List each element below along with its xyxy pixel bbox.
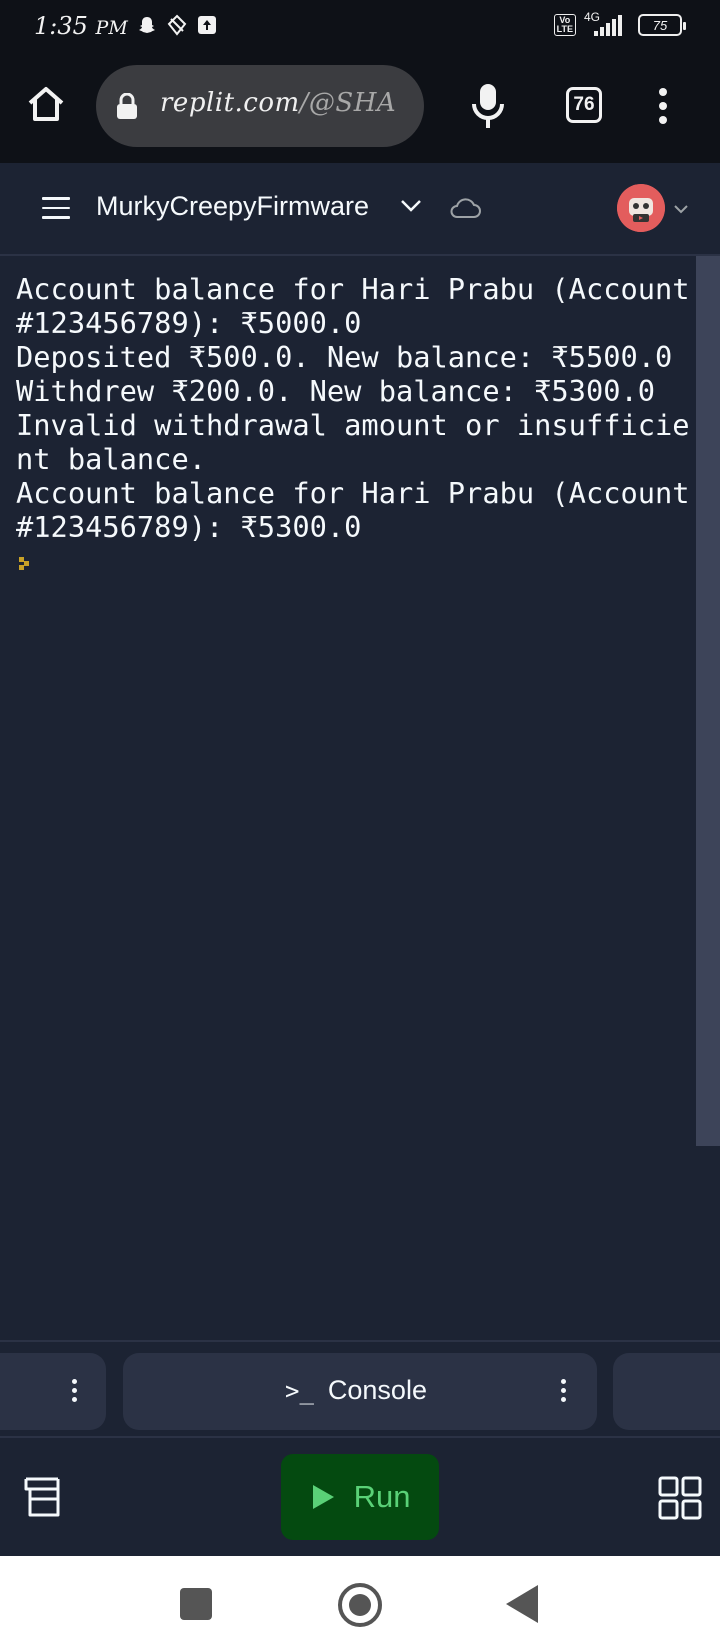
chevron-down-icon[interactable] (400, 199, 422, 218)
status-time-value: 1:35 (34, 12, 88, 40)
status-right: Vo LTE 4G 75 (553, 10, 686, 38)
run-button[interactable]: Run (281, 1454, 439, 1540)
snapchat-icon (136, 14, 158, 36)
user-avatar[interactable] (617, 184, 665, 232)
url-host: replit.com (160, 88, 300, 118)
bottom-toolbar: Run (0, 1438, 720, 1556)
cloud-icon (448, 196, 482, 225)
home-nav-icon[interactable] (338, 1583, 382, 1627)
apps-grid-icon[interactable] (658, 1476, 702, 1520)
run-label: Run (353, 1479, 411, 1514)
tab-console[interactable]: >_ Console (123, 1353, 597, 1430)
repl-header: MurkyCreepyFirmware (0, 163, 720, 256)
back-icon[interactable] (506, 1585, 538, 1623)
terminal-icon: >_ (285, 1376, 314, 1405)
signal-icon: 4G (584, 10, 630, 38)
system-nav-bar (0, 1556, 720, 1650)
play-icon (312, 1485, 334, 1509)
more-options-icon[interactable] (650, 84, 676, 128)
recents-icon[interactable] (180, 1588, 212, 1620)
battery-icon: 75 (638, 14, 686, 36)
lock-icon (116, 92, 138, 124)
repl-title[interactable]: MurkyCreepyFirmware (96, 191, 369, 222)
upload-icon (196, 14, 218, 36)
status-time-ampm: PM (95, 17, 128, 39)
tab-console-text: Console (327, 1375, 427, 1405)
status-bar: 1:35 PM Vo LTE 4G 75 (0, 0, 720, 54)
console-output: Account balance for Hari Prabu (Account … (16, 272, 690, 544)
microphone-icon[interactable] (470, 82, 506, 130)
volte-icon: Vo LTE (553, 14, 576, 36)
tab-count: 76 (573, 94, 595, 115)
files-icon[interactable] (22, 1476, 62, 1518)
home-icon[interactable] (26, 84, 70, 128)
console-area[interactable]: Account balance for Hari Prabu (Account … (0, 256, 696, 1340)
tab-next[interactable] (613, 1353, 720, 1430)
status-time: 1:35 PM (34, 12, 128, 40)
url-path: /@SHA (299, 88, 397, 118)
tab-previous[interactable] (0, 1353, 106, 1430)
account-chevron-icon[interactable] (674, 201, 688, 219)
tab-console-label: >_ Console (285, 1375, 427, 1406)
address-bar[interactable]: replit.com/@SHA (96, 65, 424, 147)
tab-console-menu-icon[interactable] (559, 1379, 567, 1405)
browser-toolbar: replit.com/@SHA 76 (0, 54, 720, 163)
shield-slash-icon (166, 14, 188, 36)
tab-previous-menu-icon[interactable] (70, 1379, 78, 1405)
url-text: replit.com/@SHA (160, 88, 396, 118)
notification-icons (136, 14, 218, 36)
hamburger-menu-icon[interactable] (42, 197, 72, 219)
prompt-cursor-icon (19, 557, 31, 576)
panel-tabs: >_ Console (0, 1340, 720, 1438)
console-scrollbar[interactable] (696, 256, 720, 1146)
battery-level: 75 (652, 17, 668, 33)
tab-count-button[interactable]: 76 (566, 87, 602, 123)
